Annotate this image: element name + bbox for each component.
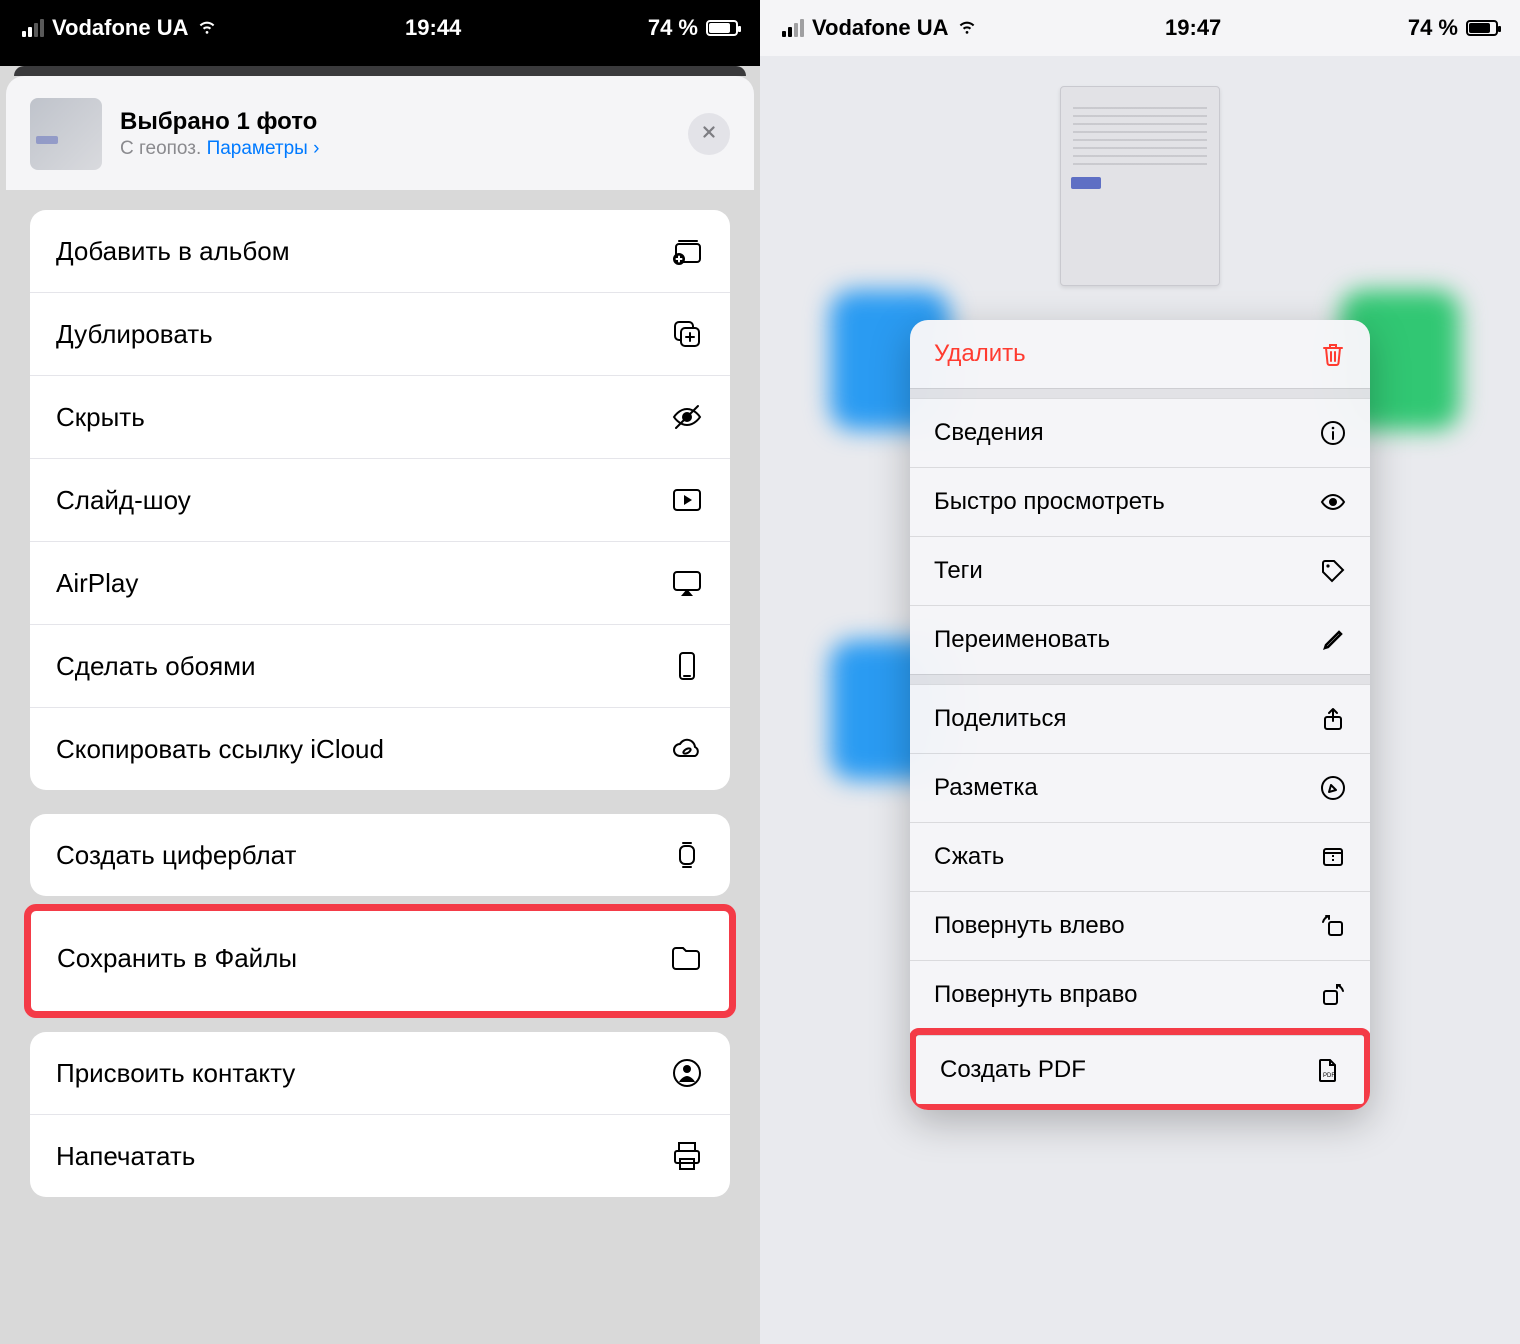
battery-percent: 74 % — [1408, 15, 1458, 41]
carrier-label: Vodafone UA — [812, 15, 948, 41]
clock: 19:47 — [1165, 15, 1221, 41]
menu-markup[interactable]: Разметка — [910, 753, 1370, 822]
action-save-to-files[interactable]: Сохранить в Файлы — [31, 911, 729, 1011]
action-hide[interactable]: Скрыть — [30, 375, 730, 458]
wifi-icon — [196, 14, 218, 42]
context-menu: Удалить Сведения Быстро просмотреть Теги… — [910, 320, 1370, 1110]
menu-label: Сведения — [934, 419, 1044, 447]
menu-rotate-left[interactable]: Повернуть влево — [910, 891, 1370, 960]
menu-tags[interactable]: Теги — [910, 536, 1370, 605]
close-icon — [700, 123, 718, 146]
share-subtitle: С геопоз. — [120, 138, 207, 159]
battery-icon — [1466, 20, 1498, 36]
action-slideshow[interactable]: Слайд-шоу — [30, 458, 730, 541]
menu-rename[interactable]: Переименовать — [910, 605, 1370, 674]
rotate-right-icon — [1320, 982, 1346, 1008]
highlighted-action: Сохранить в Файлы — [24, 904, 736, 1018]
menu-compress[interactable]: Сжать — [910, 822, 1370, 891]
action-label: Создать циферблат — [56, 840, 296, 871]
compress-icon — [1320, 844, 1346, 870]
share-title: Выбрано 1 фото — [120, 108, 670, 136]
menu-label: Разметка — [934, 774, 1038, 802]
print-icon — [670, 1139, 704, 1173]
airplay-icon — [670, 566, 704, 600]
share-sheet-header: Выбрано 1 фото С геопоз. Параметры › — [6, 76, 754, 190]
action-label: Напечатать — [56, 1141, 195, 1172]
hide-icon — [670, 400, 704, 434]
carrier-label: Vodafone UA — [52, 15, 188, 41]
quicklook-icon — [1320, 489, 1346, 515]
menu-label: Повернуть вправо — [934, 981, 1137, 1009]
menu-label: Быстро просмотреть — [934, 488, 1165, 516]
action-create-watchface[interactable]: Создать циферблат — [30, 814, 730, 896]
battery-percent: 74 % — [648, 15, 698, 41]
menu-label: Удалить — [934, 340, 1026, 368]
markup-icon — [1320, 775, 1346, 801]
info-icon — [1320, 420, 1346, 446]
action-label: Сохранить в Файлы — [57, 943, 297, 974]
action-label: Скопировать ссылку iCloud — [56, 734, 384, 765]
action-assign-contact[interactable]: Присвоить контакту — [30, 1032, 730, 1114]
slideshow-icon — [670, 483, 704, 517]
menu-delete[interactable]: Удалить — [910, 320, 1370, 388]
signal-icon — [22, 19, 44, 37]
signal-icon — [782, 19, 804, 37]
action-label: Присвоить контакту — [56, 1058, 295, 1089]
action-copy-icloud-link[interactable]: Скопировать ссылку iCloud — [30, 707, 730, 790]
rotate-left-icon — [1320, 913, 1346, 939]
action-wallpaper[interactable]: Сделать обоями — [30, 624, 730, 707]
menu-create-pdf[interactable]: Создать PDF PDF — [916, 1035, 1364, 1104]
menu-label: Поделиться — [934, 705, 1067, 733]
svg-text:PDF: PDF — [1323, 1073, 1335, 1079]
menu-label: Сжать — [934, 843, 1004, 871]
menu-quicklook[interactable]: Быстро просмотреть — [910, 467, 1370, 536]
share-options-link[interactable]: Параметры › — [207, 138, 320, 159]
share-actions-group-1: Добавить в альбом Дублировать Скрыть Сла… — [30, 210, 730, 790]
watchface-icon — [670, 838, 704, 872]
action-duplicate[interactable]: Дублировать — [30, 292, 730, 375]
close-button[interactable] — [688, 113, 730, 155]
wallpaper-icon — [670, 649, 704, 683]
trash-icon — [1320, 341, 1346, 367]
duplicate-icon — [670, 317, 704, 351]
action-label: Слайд-шоу — [56, 485, 191, 516]
share-actions-group-3: Присвоить контакту Напечатать — [30, 1032, 730, 1197]
menu-label: Создать PDF — [940, 1056, 1086, 1084]
menu-share[interactable]: Поделиться — [910, 684, 1370, 753]
clock: 19:44 — [405, 15, 461, 41]
action-airplay[interactable]: AirPlay — [30, 541, 730, 624]
status-bar: Vodafone UA 19:47 74 % — [760, 0, 1520, 56]
action-label: Сделать обоями — [56, 651, 256, 682]
status-bar: Vodafone UA 19:44 74 % — [0, 0, 760, 56]
action-label: Скрыть — [56, 402, 145, 433]
action-label: Добавить в альбом — [56, 236, 290, 267]
photo-thumbnail[interactable] — [30, 98, 102, 170]
wifi-icon — [956, 14, 978, 42]
menu-info[interactable]: Сведения — [910, 398, 1370, 467]
menu-rotate-right[interactable]: Повернуть вправо — [910, 960, 1370, 1029]
contact-icon — [670, 1056, 704, 1090]
action-print[interactable]: Напечатать — [30, 1114, 730, 1197]
action-add-to-album[interactable]: Добавить в альбом — [30, 210, 730, 292]
add-album-icon — [670, 234, 704, 268]
document-preview[interactable] — [1060, 86, 1220, 286]
share-actions-group-2: Создать циферблат — [30, 814, 730, 896]
icloud-link-icon — [670, 732, 704, 766]
menu-label: Повернуть влево — [934, 912, 1125, 940]
battery-icon — [706, 20, 738, 36]
menu-label: Теги — [934, 557, 983, 585]
rename-icon — [1320, 627, 1346, 653]
highlighted-menu-item: Создать PDF PDF — [910, 1028, 1370, 1110]
folder-icon — [669, 941, 703, 975]
pdf-icon: PDF — [1314, 1057, 1340, 1083]
share-icon — [1320, 706, 1346, 732]
tag-icon — [1320, 558, 1346, 584]
action-label: AirPlay — [56, 568, 138, 599]
menu-label: Переименовать — [934, 626, 1110, 654]
action-label: Дублировать — [56, 319, 213, 350]
